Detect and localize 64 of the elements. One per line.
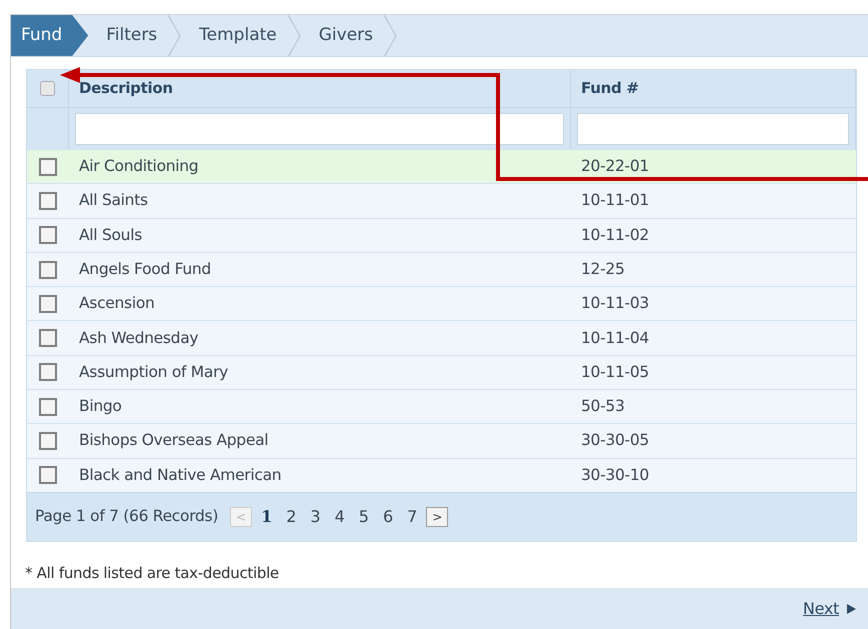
chevron-separator-icon	[383, 15, 398, 57]
row-checkbox[interactable]	[39, 158, 57, 176]
description-cell-text: Bishops Overseas Appeal	[78, 430, 270, 452]
footnote: * All funds listed are tax-deductible	[25, 562, 280, 584]
fund-number-cell-text: 10-11-05	[580, 362, 650, 383]
chevron-separator-icon	[167, 15, 182, 57]
page-number-link[interactable]: 3	[305, 504, 326, 529]
row-checkbox[interactable]	[39, 294, 57, 313]
table-row[interactable]: Ash Wednesday 10-11-04	[27, 320, 856, 355]
chevron-separator-icon	[286, 15, 301, 57]
wizard-step[interactable]: Fund	[11, 15, 88, 56]
fund-number-cell-text: 10-11-02	[580, 224, 650, 246]
row-checkbox[interactable]	[39, 226, 57, 244]
table-row[interactable]: All Saints 10-11-01	[27, 183, 856, 218]
table-row[interactable]: Air Conditioning 20-22-01	[27, 149, 856, 184]
row-checkbox[interactable]	[39, 192, 57, 210]
page-number-link[interactable]: 1	[256, 504, 278, 529]
description-cell-text: Ash Wednesday	[78, 328, 200, 348]
row-checkbox[interactable]	[39, 432, 57, 450]
wizard-step[interactable]: Givers	[300, 15, 384, 56]
description-cell-text: Bingo	[78, 396, 123, 418]
column-header: Description	[79, 78, 173, 100]
wizard-step[interactable]: Template	[181, 15, 287, 56]
next-link[interactable]: Next	[802, 596, 839, 620]
description-cell-text: Angels Food Fund	[78, 258, 212, 280]
play-triangle-icon	[847, 604, 856, 614]
page-number-link[interactable]: 7	[402, 504, 422, 529]
filter-input-field[interactable]	[75, 112, 564, 144]
table-row[interactable]: All Souls 10-11-02	[27, 218, 856, 252]
next-page-button[interactable]: >	[426, 506, 448, 527]
row-checkbox[interactable]	[39, 398, 57, 416]
description-cell-text: Black and Native American	[78, 464, 282, 486]
wizard-step[interactable]: Filters	[88, 15, 168, 56]
row-checkbox[interactable]	[39, 466, 57, 484]
description-cell-text: Air Conditioning	[78, 156, 200, 178]
description-cell-text: All Souls	[78, 224, 143, 246]
page-number-link[interactable]: 4	[330, 504, 350, 529]
fund-number-cell-text: 20-22-01	[580, 156, 650, 178]
row-checkbox[interactable]	[39, 329, 57, 348]
row-checkbox[interactable]	[39, 363, 57, 382]
column-header: Fund #	[581, 78, 639, 100]
table-row[interactable]: Ascension 10-11-03	[27, 286, 856, 320]
table-row[interactable]: Bingo 50-53	[27, 389, 856, 424]
description-cell-text: Assumption of Mary	[78, 362, 230, 383]
fund-number-cell-text: 30-30-10	[580, 464, 650, 486]
description-cell-text: Ascension	[78, 293, 156, 314]
page-number-link[interactable]: 2	[281, 504, 302, 529]
fund-number-cell-text: 12-25	[580, 258, 626, 280]
fund-number-cell-text: 30-30-05	[580, 430, 650, 452]
fund-number-cell-text: 50-53	[580, 396, 626, 418]
table-row[interactable]: Bishops Overseas Appeal 30-30-05	[27, 423, 856, 458]
table-row[interactable]: Black and Native American 30-30-10	[27, 458, 856, 492]
fund-number-cell-text: 10-11-04	[580, 328, 650, 348]
fund-number-cell-text: 10-11-01	[580, 190, 650, 212]
select-all-checkbox[interactable]	[40, 81, 55, 96]
fund-number-cell-text: 10-11-03	[580, 293, 650, 314]
description-cell-text: All Saints	[78, 190, 149, 212]
filter-input-field[interactable]	[577, 112, 849, 144]
table-row[interactable]: Angels Food Fund 12-25	[27, 252, 856, 286]
row-checkbox[interactable]	[39, 260, 57, 279]
table-row[interactable]: Assumption of Mary 10-11-05	[27, 354, 856, 390]
page-number-link[interactable]: 5	[354, 504, 374, 529]
page-summary: Page 1 of 7 (66 Records)	[35, 506, 218, 528]
page-number-link[interactable]: 6	[378, 504, 398, 529]
